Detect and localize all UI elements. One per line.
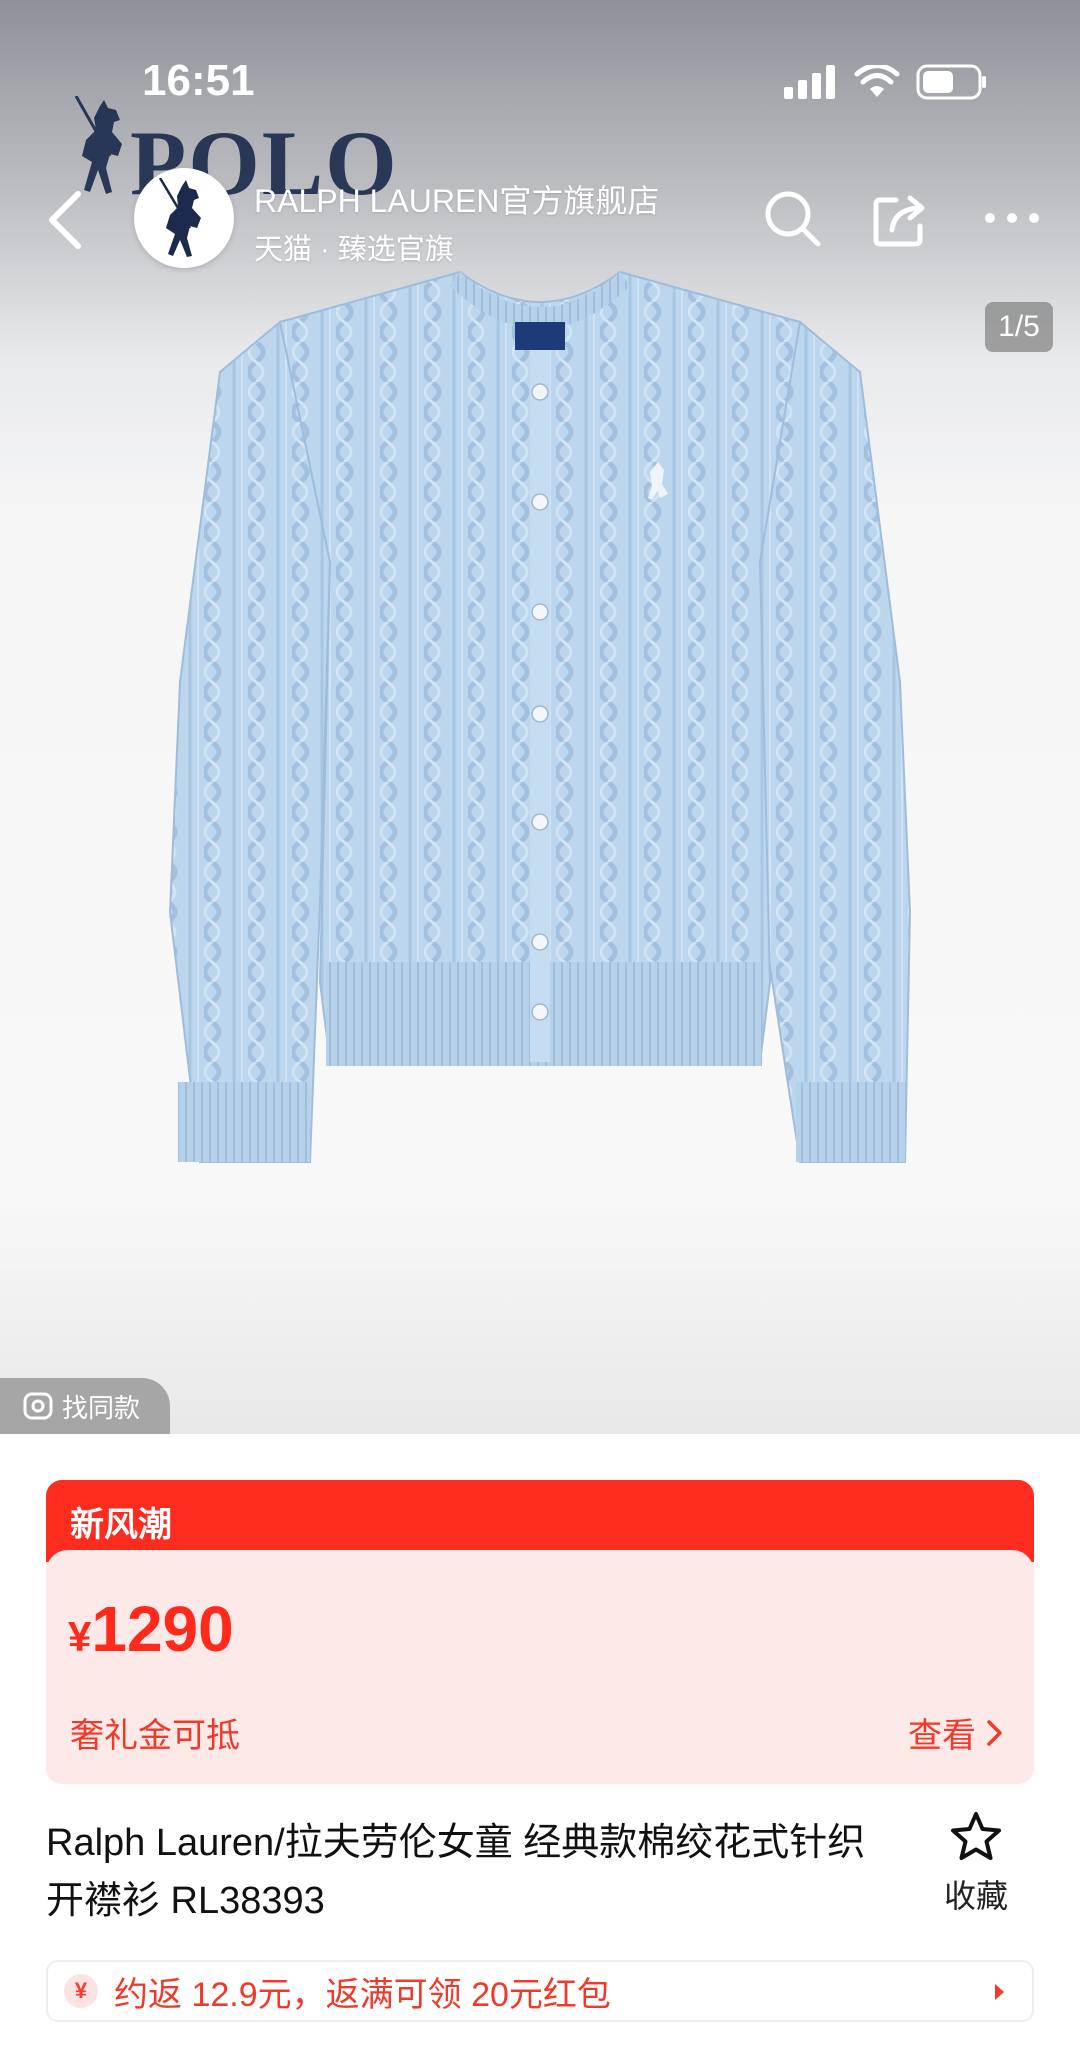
- battery-icon: [916, 64, 986, 100]
- cashback-bar[interactable]: ¥ 约返 12.9元，返满可领 20元红包: [46, 1960, 1034, 2022]
- price-card-body: ¥1290 奢礼金可抵 查看: [46, 1550, 1034, 1784]
- cashback-text: 约返 12.9元，返满可领 20元红包: [114, 1975, 611, 2014]
- price-currency: ¥: [68, 1613, 92, 1660]
- product-photo-cardigan: [168, 270, 912, 1163]
- back-arrow-icon[interactable]: [38, 188, 94, 252]
- wifi-icon: [854, 65, 900, 97]
- store-subtitle: 天猫 · 臻选官旗: [254, 234, 454, 266]
- polo-pony-logo-icon: [158, 178, 201, 257]
- price-card: 新风潮 ¥1290 奢礼金可抵 查看: [46, 1480, 1034, 1784]
- view-coupon-label: 查看: [908, 1717, 976, 1755]
- product-title: Ralph Lauren/拉夫劳伦女童 经典款棉绞花式针织开襟衫 RL38393: [46, 1822, 866, 1922]
- status-bar: 16:51: [0, 0, 1080, 120]
- share-icon[interactable]: [870, 186, 934, 250]
- favorite-label: 收藏: [943, 1878, 1008, 1914]
- camera-icon: [23, 1392, 53, 1420]
- cashback-yen-badge: ¥: [64, 1974, 98, 2008]
- search-icon[interactable]: [760, 186, 824, 250]
- price: ¥1290: [68, 1592, 234, 1666]
- more-icon[interactable]: [980, 186, 1044, 250]
- view-coupon-link[interactable]: 查看: [908, 1708, 1004, 1757]
- find-similar-button[interactable]: 找同款: [0, 1378, 170, 1434]
- star-icon: [951, 1812, 1001, 1860]
- product-gallery[interactable]: POLO 16:51 RALPH LAUREN官方旗舰店 天猫 · 臻选官旗 1…: [0, 0, 1080, 1434]
- chevron-right-icon: [987, 1719, 1002, 1746]
- store-avatar[interactable]: [134, 168, 234, 268]
- gallery-page-indicator: 1/5: [985, 302, 1053, 352]
- price-amount: 1290: [91, 1593, 234, 1665]
- find-similar-label: 找同款: [62, 1392, 141, 1423]
- cashback-arrow-icon: [995, 1984, 1004, 2000]
- status-icons: [784, 62, 988, 102]
- store-nav-bar: RALPH LAUREN官方旗舰店 天猫 · 臻选官旗: [0, 160, 1080, 280]
- signal-icon: [784, 65, 835, 99]
- status-time: 16:51: [142, 56, 255, 105]
- store-name[interactable]: RALPH LAUREN官方旗舰店: [254, 176, 659, 222]
- coupon-text: 奢礼金可抵: [70, 1717, 240, 1755]
- favorite-button[interactable]: 收藏: [936, 1810, 1016, 1917]
